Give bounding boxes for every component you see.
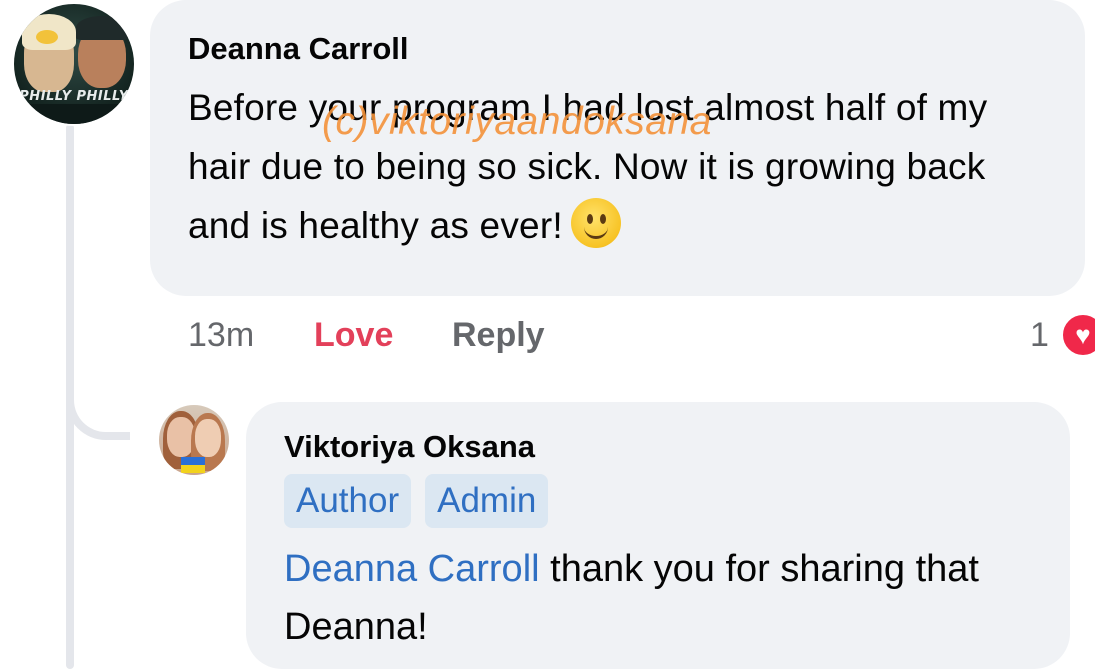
comment-author-name[interactable]: Deanna Carroll <box>188 30 1049 68</box>
love-button[interactable]: Love <box>314 310 393 360</box>
reaction-count[interactable]: 1 <box>1030 310 1049 360</box>
heart-icon[interactable]: ♥ <box>1060 312 1095 358</box>
admin-badge[interactable]: Admin <box>425 474 549 528</box>
comment-thread: PHILLY PHILLY Deanna Carroll Before your… <box>0 0 1095 669</box>
reply-bubble: Viktoriya Oksana Author Admin Deanna Carr… <box>246 402 1070 669</box>
author-badge[interactable]: Author <box>284 474 412 528</box>
reply-avatar[interactable] <box>159 405 229 475</box>
reply-button[interactable]: Reply <box>452 310 545 360</box>
thread-connector <box>66 376 130 440</box>
avatar[interactable]: PHILLY PHILLY <box>12 2 136 126</box>
slightly-smiling-face-icon <box>570 198 621 248</box>
reply-author-name[interactable]: Viktoriya Oksana <box>284 428 1034 466</box>
mention-link[interactable]: Deanna Carroll <box>284 548 540 590</box>
comment-bubble: Deanna Carroll Before your program I had… <box>150 0 1085 296</box>
reply-body: Deanna Carroll thank you for sharing tha… <box>284 540 1034 656</box>
author-badges: Author Admin <box>284 474 1034 530</box>
comment-timestamp[interactable]: 13m <box>188 310 254 360</box>
avatar-banner-text: PHILLY PHILLY <box>19 89 129 104</box>
watermark: (c)viktoriyaandoksana <box>322 100 712 143</box>
ukraine-flag-icon <box>181 457 205 473</box>
